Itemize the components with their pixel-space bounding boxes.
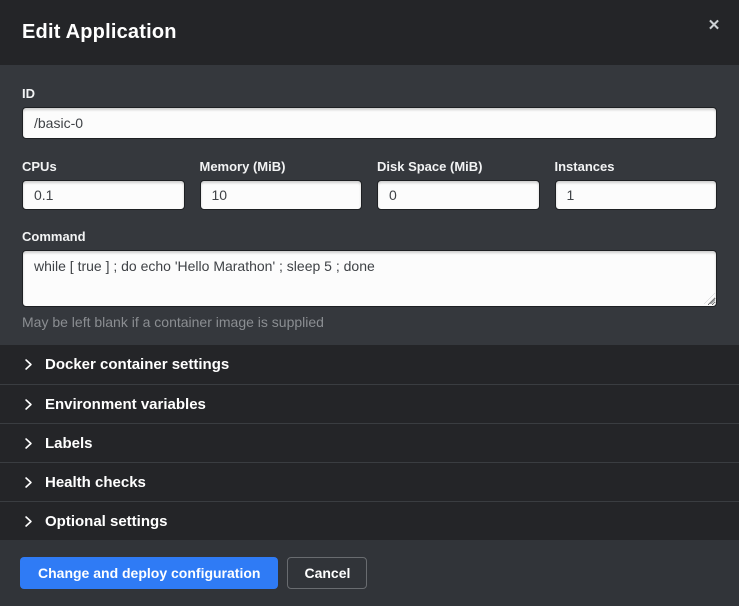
accordion-sections: Docker container settings Environment va…	[0, 345, 739, 540]
disk-label: Disk Space (MiB)	[377, 159, 540, 174]
modal-title: Edit Application	[22, 21, 177, 44]
command-field-group: Command while [ true ] ; do echo 'Hello …	[22, 229, 717, 330]
modal-header: Edit Application ✕	[0, 0, 739, 65]
change-and-deploy-button[interactable]: Change and deploy configuration	[20, 557, 278, 589]
edit-application-modal: Edit Application ✕ ID CPUs Memory (MiB) …	[0, 0, 739, 599]
accordion-health-checks[interactable]: Health checks	[0, 462, 739, 501]
disk-input[interactable]	[377, 180, 540, 210]
cpus-input[interactable]	[22, 180, 185, 210]
accordion-optional-settings[interactable]: Optional settings	[0, 501, 739, 540]
command-label: Command	[22, 229, 717, 244]
modal-footer: Change and deploy configuration Cancel	[0, 540, 739, 606]
cpus-label: CPUs	[22, 159, 185, 174]
memory-field-group: Memory (MiB)	[200, 159, 363, 210]
accordion-labels[interactable]: Labels	[0, 423, 739, 462]
instances-field-group: Instances	[555, 159, 718, 210]
accordion-environment-variables[interactable]: Environment variables	[0, 384, 739, 423]
id-input[interactable]	[22, 107, 717, 139]
chevron-right-icon	[22, 515, 35, 528]
memory-label: Memory (MiB)	[200, 159, 363, 174]
accordion-label: Labels	[45, 435, 93, 452]
chevron-right-icon	[22, 358, 35, 371]
memory-input[interactable]	[200, 180, 363, 210]
cpus-field-group: CPUs	[22, 159, 185, 210]
modal-body: ID CPUs Memory (MiB) Disk Space (MiB) In…	[0, 65, 739, 345]
command-help-text: May be left blank if a container image i…	[22, 314, 717, 330]
command-textarea-wrap: while [ true ] ; do echo 'Hello Marathon…	[22, 250, 717, 307]
accordion-docker-container-settings[interactable]: Docker container settings	[0, 345, 739, 384]
accordion-label: Docker container settings	[45, 356, 229, 373]
command-textarea[interactable]: while [ true ] ; do echo 'Hello Marathon…	[22, 250, 717, 307]
disk-field-group: Disk Space (MiB)	[377, 159, 540, 210]
id-field-group: ID	[22, 86, 717, 139]
chevron-right-icon	[22, 476, 35, 489]
cancel-button[interactable]: Cancel	[287, 557, 367, 589]
id-label: ID	[22, 86, 717, 101]
accordion-label: Health checks	[45, 474, 146, 491]
instances-label: Instances	[555, 159, 718, 174]
chevron-right-icon	[22, 398, 35, 411]
accordion-label: Environment variables	[45, 396, 206, 413]
instances-input[interactable]	[555, 180, 718, 210]
accordion-label: Optional settings	[45, 513, 168, 530]
close-icon[interactable]: ✕	[703, 14, 725, 36]
resources-row: CPUs Memory (MiB) Disk Space (MiB) Insta…	[22, 159, 717, 210]
chevron-right-icon	[22, 437, 35, 450]
